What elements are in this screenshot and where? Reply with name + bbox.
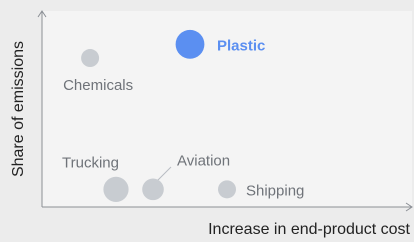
x-axis-label: Increase in end-product cost xyxy=(208,221,410,238)
data-point-chemicals xyxy=(81,49,100,68)
data-point-aviation xyxy=(142,178,164,201)
data-label-shipping: Shipping xyxy=(246,182,304,199)
chart-container: Increase in end-product cost Share of em… xyxy=(0,0,414,242)
data-label-trucking: Trucking xyxy=(62,154,119,171)
data-point-trucking xyxy=(103,176,129,202)
data-point-plastic xyxy=(175,29,205,59)
data-label-plastic: Plastic xyxy=(217,37,265,54)
y-axis-label: Share of emissions xyxy=(10,41,27,177)
data-label-chemicals: Chemicals xyxy=(63,77,133,94)
data-label-aviation: Aviation xyxy=(177,152,230,169)
data-point-shipping xyxy=(218,180,236,199)
scatter-chart: Increase in end-product cost Share of em… xyxy=(10,10,413,238)
